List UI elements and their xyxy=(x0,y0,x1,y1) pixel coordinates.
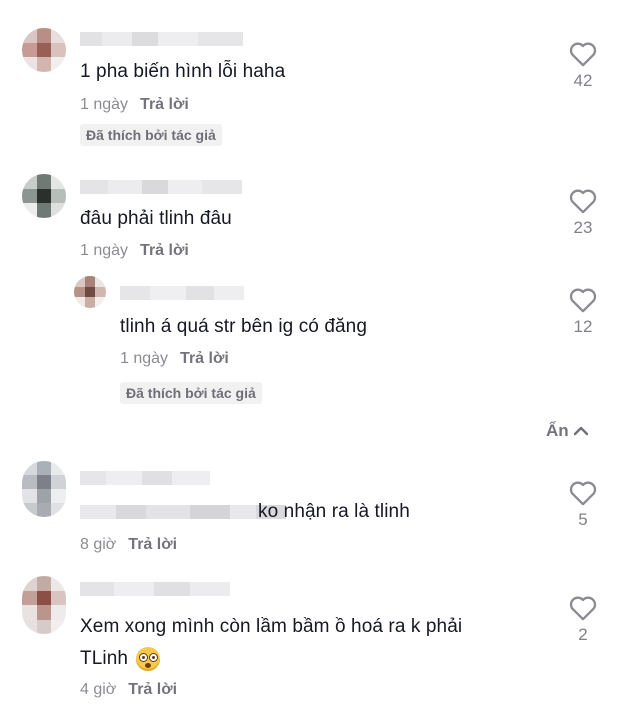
heart-outline-icon xyxy=(569,481,597,506)
heart-outline-icon xyxy=(569,42,597,67)
like-button[interactable]: 42 xyxy=(563,40,603,91)
comment-text-line-2-text: TLinh xyxy=(80,648,129,670)
comment-meta: 8 giờ Trả lời xyxy=(80,536,177,554)
comment-item: 1 pha biến hình lỗi haha 1 ngày Trả lời Đ… xyxy=(0,0,620,155)
comment-item: Xem xong mình còn lầm bầm ồ hoá ra k phả… xyxy=(0,570,620,712)
hide-replies-label: Ẩn xyxy=(546,421,569,440)
comment-text: 1 pha biến hình lỗi haha xyxy=(80,61,286,82)
liked-by-creator-badge: Đã thích bởi tác giả xyxy=(80,124,222,146)
like-button[interactable]: 23 xyxy=(563,187,603,238)
reply-item: tlinh á quá str bên ig có đăng 1 ngày Trả… xyxy=(0,270,620,410)
heart-outline-icon xyxy=(569,288,597,313)
username-blurred[interactable] xyxy=(120,286,244,300)
reply-meta: 1 ngày Trả lời xyxy=(120,350,229,368)
liked-by-creator-badge: Đã thích bởi tác giả xyxy=(120,382,262,404)
avatar[interactable] xyxy=(22,576,66,634)
comment-time: 1 ngày xyxy=(80,96,129,113)
reply-button[interactable]: Trả lời xyxy=(140,96,189,113)
avatar[interactable] xyxy=(22,174,66,218)
reply-time: 1 ngày xyxy=(120,350,169,367)
reply-button[interactable]: Trả lời xyxy=(128,536,177,553)
reply-button[interactable]: Trả lời xyxy=(140,242,189,259)
heart-outline-icon xyxy=(569,189,597,214)
avatar[interactable] xyxy=(22,461,66,517)
reply-button[interactable]: Trả lời xyxy=(180,350,229,367)
like-button[interactable]: 12 xyxy=(563,286,603,337)
comment-text: đâu phải tlinh đâu xyxy=(80,208,232,229)
comment-item: ko nhận ra là tlinh 8 giờ Trả lời 5 xyxy=(0,455,620,565)
comment-meta: 1 ngày Trả lời xyxy=(80,242,189,260)
like-button[interactable]: 5 xyxy=(563,479,603,530)
like-count: 5 xyxy=(578,510,588,529)
heart-outline-icon xyxy=(569,596,597,621)
chevron-up-icon xyxy=(573,426,588,436)
flushed-face-emoji xyxy=(136,647,161,671)
username-blurred[interactable] xyxy=(80,180,242,194)
reply-button[interactable]: Trả lời xyxy=(128,681,177,698)
avatar[interactable] xyxy=(22,28,66,72)
hide-replies-button[interactable]: Ẩn xyxy=(546,421,589,441)
comment-meta: 4 giờ Trả lời xyxy=(80,681,177,699)
like-count: 2 xyxy=(578,625,588,644)
like-count: 42 xyxy=(573,71,593,90)
username-blurred[interactable] xyxy=(80,582,230,596)
avatar[interactable] xyxy=(74,276,106,308)
username-blurred[interactable] xyxy=(80,471,210,485)
like-count: 23 xyxy=(573,218,593,237)
comment-time: 8 giờ xyxy=(80,536,117,553)
like-count: 12 xyxy=(573,317,593,336)
comment-text: ko nhận ra là tlinh xyxy=(258,501,410,522)
comment-meta: 1 ngày Trả lời xyxy=(80,96,189,114)
comment-item: đâu phải tlinh đâu 1 ngày Trả lời 23 xyxy=(0,160,620,270)
reply-text: tlinh á quá str bên ig có đăng xyxy=(120,316,368,337)
comment-time: 4 giờ xyxy=(80,681,117,698)
like-button[interactable]: 2 xyxy=(563,594,603,645)
comment-time: 1 ngày xyxy=(80,242,129,259)
comment-text-line-1: Xem xong mình còn lầm bầm ồ hoá ra k phả… xyxy=(80,616,463,637)
username-blurred-inline[interactable] xyxy=(80,505,286,519)
comment-text-line-2: TLinh xyxy=(80,647,161,671)
username-blurred[interactable] xyxy=(80,32,243,46)
